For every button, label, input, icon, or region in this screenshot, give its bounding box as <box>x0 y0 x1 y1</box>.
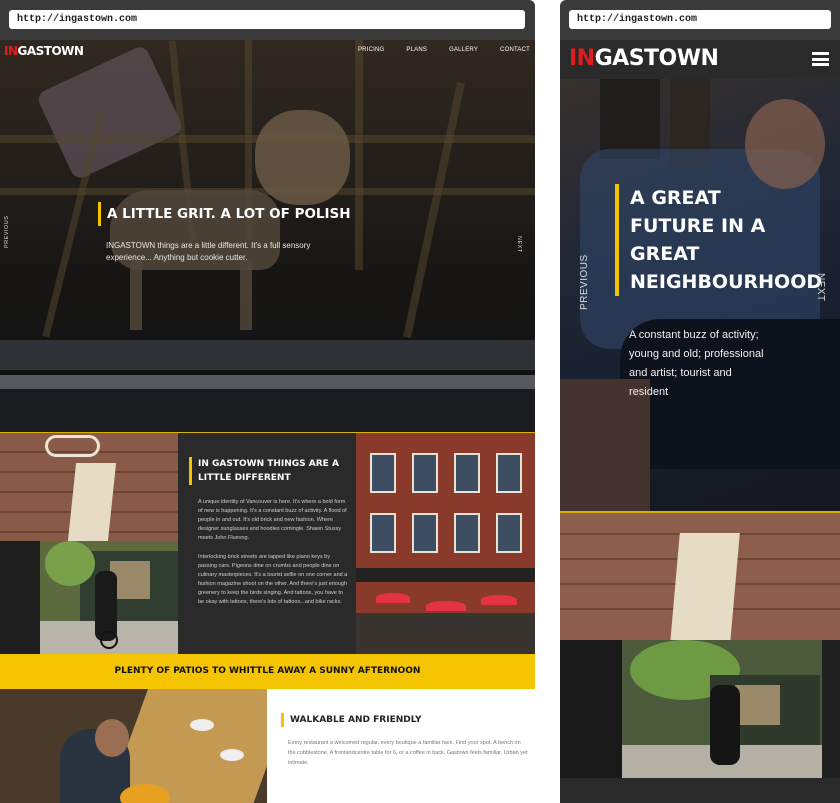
mobile-hero-text: A constant buzz of activity; young and o… <box>629 329 764 398</box>
bike-lane-marking <box>67 463 117 541</box>
hero-title: A LITTLE GRIT. A LOT OF POLISH <box>98 202 351 226</box>
mobile-address-bar[interactable]: http://ingastown.com <box>569 10 831 29</box>
logo-suffix: GASTOWN <box>17 44 84 58</box>
mobile-header: INGASTOWN <box>560 40 840 79</box>
mobile-cyclist-image <box>560 640 840 778</box>
patio-umbrella <box>481 595 517 605</box>
patio-umbrella <box>376 593 410 603</box>
plate-image <box>190 719 214 731</box>
pillar-image <box>822 640 840 778</box>
plate-image <box>220 749 244 761</box>
door-frame-image <box>0 541 40 655</box>
slider-next-button[interactable]: NEXT <box>516 236 522 253</box>
building-window <box>496 453 522 493</box>
mobile-footer-strip <box>560 778 840 803</box>
bike-lane-bricks-image <box>0 433 178 541</box>
hamburger-line <box>812 63 829 66</box>
hamburger-line <box>812 52 829 55</box>
desktop-logo[interactable]: INGASTOWN <box>4 44 84 58</box>
feature-text-panel: IN GASTOWN THINGS ARE A LITTLE DIFFERENT… <box>178 433 356 655</box>
patio-image <box>356 613 535 655</box>
cyclist-image <box>0 541 178 655</box>
desktop-nav: PRICING PLANS GALLERY CONTACT <box>336 47 530 53</box>
logo-suffix: GASTOWN <box>594 46 719 71</box>
chef-head-image <box>95 719 129 757</box>
patio-umbrella <box>426 601 466 611</box>
bike-wheel-image <box>100 631 118 649</box>
bike-symbol <box>45 435 100 457</box>
mobile-browser-window: http://ingastown.com INGASTOWN A GREAT F… <box>560 0 840 803</box>
hero-text: INGASTOWN things are a little different.… <box>106 241 311 262</box>
cyclist-silhouette <box>710 685 740 765</box>
building-window <box>370 453 396 493</box>
logo-prefix: IN <box>569 46 595 71</box>
awning-image <box>356 568 535 582</box>
nav-gallery[interactable]: GALLERY <box>449 47 478 53</box>
building-window <box>496 513 522 553</box>
nav-contact[interactable]: CONTACT <box>500 47 530 53</box>
walkable-section: WALKABLE AND FRIENDLY Every restaurant a… <box>267 689 535 803</box>
feature-paragraph-1: A unique identity of Vancouver is here. … <box>198 499 347 541</box>
walkable-title: WALKABLE AND FRIENDLY <box>281 713 422 727</box>
feature-title: IN GASTOWN THINGS ARE A LITTLE DIFFERENT <box>189 457 339 485</box>
mobile-hero: A GREAT FUTURE IN A GREAT NEIGHBOURHOOD … <box>560 79 840 511</box>
feature-band: IN GASTOWN THINGS ARE A LITTLE DIFFERENT… <box>0 432 535 655</box>
building-window <box>454 453 480 493</box>
tree-image <box>45 541 95 586</box>
shop-window-image <box>735 685 780 725</box>
door-frame-image <box>560 640 622 778</box>
building-window <box>370 513 396 553</box>
mobile-logo[interactable]: INGASTOWN <box>569 46 719 71</box>
building-window <box>454 513 480 553</box>
mobile-next-button[interactable]: NEXT <box>815 273 826 302</box>
hero-overlay <box>0 40 535 432</box>
desktop-address-bar[interactable]: http://ingastown.com <box>9 10 525 29</box>
building-window <box>412 513 438 553</box>
desktop-viewport: INGASTOWN PRICING PLANS GALLERY CONTACT … <box>0 40 535 803</box>
feature-paragraph-2: Interlocking brick streets are tapped li… <box>198 554 348 605</box>
walkable-text: Every restaurant a welcomed regular, eve… <box>288 740 528 766</box>
nav-plans[interactable]: PLANS <box>406 47 427 53</box>
building-window <box>412 453 438 493</box>
nav-pricing[interactable]: PRICING <box>358 47 384 53</box>
desktop-hero: INGASTOWN PRICING PLANS GALLERY CONTACT … <box>0 40 535 432</box>
patio-banner: PLENTY OF PATIOS TO WHITTLE AWAY A SUNNY… <box>0 654 535 689</box>
mobile-viewport: INGASTOWN A GREAT FUTURE IN A GREAT NEIG… <box>560 40 840 803</box>
heritage-building-image <box>356 433 535 655</box>
hamburger-icon[interactable] <box>812 52 829 66</box>
bike-lane-marking <box>670 533 740 640</box>
restaurant-image <box>0 689 267 803</box>
mobile-hero-title: A GREAT FUTURE IN A GREAT NEIGHBOURHOOD <box>615 184 822 296</box>
slider-previous-button[interactable]: PREVIOUS <box>4 216 10 248</box>
desktop-browser-window: http://ingastown.com INGASTOWN PRICING P… <box>0 0 535 803</box>
hamburger-line <box>812 57 829 61</box>
mobile-previous-button[interactable]: PREVIOUS <box>579 254 590 310</box>
logo-prefix: IN <box>4 44 18 58</box>
mobile-bricks-image <box>560 511 840 640</box>
